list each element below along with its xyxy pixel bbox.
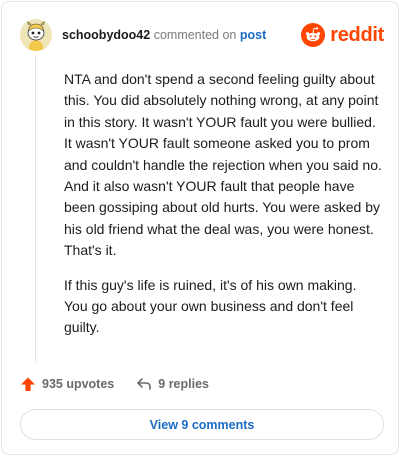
- thread-line: [35, 56, 36, 362]
- reply-count: 9 replies: [158, 377, 209, 391]
- comment-body: NTA and don't spend a second feeling gui…: [64, 69, 382, 339]
- username-link[interactable]: schoobydoo42: [62, 28, 150, 42]
- comment-header: schoobydoo42 commented on post reddit: [20, 19, 384, 51]
- commented-on-text: commented on: [153, 28, 237, 42]
- reddit-wordmark: reddit: [330, 23, 384, 46]
- replies-button[interactable]: 9 replies: [136, 376, 209, 392]
- view-comments-button[interactable]: View 9 comments: [20, 409, 384, 440]
- comment-paragraph: NTA and don't spend a second feeling gui…: [64, 71, 382, 259]
- comment-paragraph: If this guy's life is ruined, it's of hi…: [64, 276, 357, 336]
- user-avatar[interactable]: [20, 19, 52, 51]
- post-link[interactable]: post: [240, 28, 266, 42]
- comment-actions: 935 upvotes 9 replies: [20, 374, 209, 394]
- upvote-arrow-icon: [21, 377, 35, 391]
- upvote-button[interactable]: 935 upvotes: [20, 376, 114, 392]
- author-line: schoobydoo42 commented on post: [62, 27, 266, 43]
- reddit-snoo-icon: [301, 23, 326, 47]
- comment-card: schoobydoo42 commented on post reddit NT…: [1, 1, 399, 455]
- reply-arrow-icon: [137, 378, 152, 390]
- reddit-logo[interactable]: reddit: [301, 21, 384, 49]
- snoo-avatar-icon: [20, 19, 52, 51]
- upvote-count: 935 upvotes: [42, 377, 115, 391]
